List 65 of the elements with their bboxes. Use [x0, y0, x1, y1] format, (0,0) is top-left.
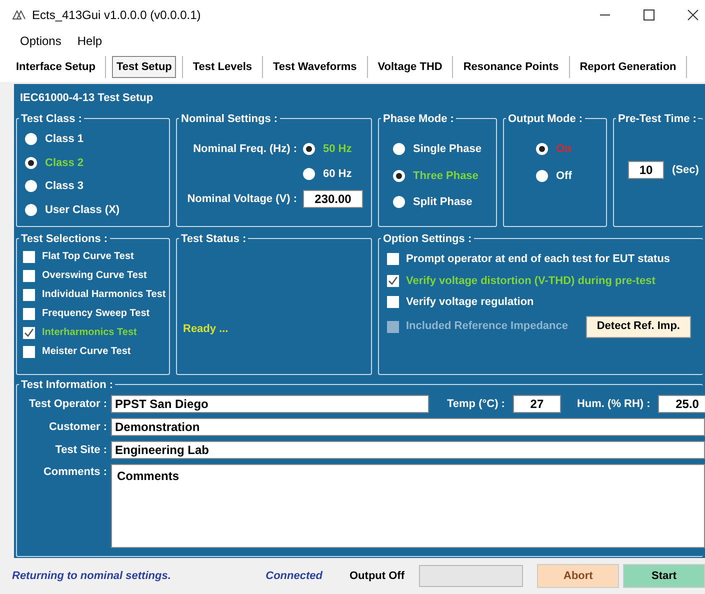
status-message: Ready ... — [183, 323, 228, 335]
connection-status: Connected — [266, 568, 324, 584]
group-title: Phase Mode : — [382, 112, 455, 126]
radio-label: Class 2 — [45, 156, 84, 170]
tab[interactable]: Voltage THD — [374, 56, 446, 78]
group-title: Test Information : — [20, 378, 114, 392]
abort-button[interactable]: Abort — [537, 564, 620, 588]
checkbox-label: Included Reference Impedance — [406, 319, 568, 334]
radio-label: 50 Hz — [323, 142, 352, 157]
checkbox-label: Interharmonics Test — [42, 326, 137, 340]
menu-item[interactable]: Options — [20, 32, 62, 50]
field-label: Test Operator : — [28, 396, 107, 412]
panel-title: IEC61000-4-13 Test Setup — [20, 91, 154, 106]
group-title: Test Status : — [180, 232, 248, 246]
field-label: Nominal Freq. (Hz) : — [192, 142, 297, 157]
text-field[interactable]: 230.00 — [303, 190, 363, 208]
group-title: Pre-Test Time : — [617, 112, 698, 126]
status-message: Returning to nominal settings. — [12, 568, 172, 584]
tab[interactable]: Interface Setup — [12, 56, 100, 78]
unit-label: (Sec) — [672, 162, 699, 178]
field-label: Nominal Voltage (V) : — [186, 192, 297, 207]
checkbox-label: Flat Top Curve Test — [42, 250, 134, 264]
field-label: Customer : — [48, 420, 107, 435]
comments-field[interactable]: Comments — [111, 464, 705, 548]
text-field[interactable]: Engineering Lab — [111, 441, 705, 459]
radio-label: 60 Hz — [323, 166, 352, 182]
radio-label: Class 1 — [45, 132, 84, 147]
radio-label: Class 3 — [45, 179, 84, 194]
text-field[interactable]: Demonstration — [111, 418, 705, 436]
field-label: Test Site : — [54, 442, 107, 458]
tab[interactable]: Test Setup — [112, 56, 176, 78]
group-title: Option Settings : — [382, 232, 473, 246]
field-label: Temp (°C) : — [447, 396, 505, 412]
checkbox-label: Prompt operator at end of each test for EUT status — [406, 252, 670, 267]
group-title: Test Class : — [20, 112, 83, 126]
checkbox-label: Verify voltage distortion (V-THD) during pre-test — [406, 274, 656, 288]
tab[interactable]: Resonance Points — [459, 56, 563, 78]
radio-label: On — [556, 142, 572, 157]
checkbox-label: Overswing Curve Test — [42, 269, 147, 283]
menu-item[interactable]: Help — [77, 32, 102, 50]
text-field[interactable]: 25.0 — [658, 395, 705, 413]
text-field[interactable]: 10 — [628, 161, 664, 179]
group-title: Test Selections : — [20, 232, 109, 246]
checkbox-label: Verify voltage regulation — [406, 295, 534, 310]
window-title: Ects_413Gui v1.0.0.0 (v0.0.0.1) — [32, 7, 201, 24]
tab[interactable]: Test Levels — [188, 56, 256, 78]
text-field[interactable]: 27 — [512, 395, 561, 413]
text-field[interactable]: PPST San Diego — [111, 395, 429, 413]
field-label: Hum. (% RH) : — [576, 396, 650, 412]
detect-button[interactable]: Detect Ref. Imp. — [586, 316, 691, 338]
tab[interactable]: Report Generation — [576, 56, 680, 78]
radio-label: Split Phase — [413, 195, 472, 210]
group-title: Nominal Settings : — [180, 112, 279, 126]
checkbox-label: Individual Harmonics Test — [42, 288, 166, 302]
checkbox-label: Meister Curve Test — [42, 345, 131, 359]
radio-label: Three Phase — [413, 168, 478, 184]
radio-label: User Class (X) — [45, 202, 120, 218]
group-title: Output Mode : — [507, 112, 584, 126]
start-button[interactable]: Start — [623, 564, 705, 588]
field-label: Comments : — [42, 465, 107, 480]
output-status: Output Off — [350, 568, 406, 584]
radio-label: Single Phase — [413, 142, 482, 157]
checkbox-label: Frequency Sweep Test — [42, 307, 150, 321]
tab[interactable]: Test Waveforms — [269, 56, 361, 78]
radio-label: Off — [556, 168, 572, 184]
